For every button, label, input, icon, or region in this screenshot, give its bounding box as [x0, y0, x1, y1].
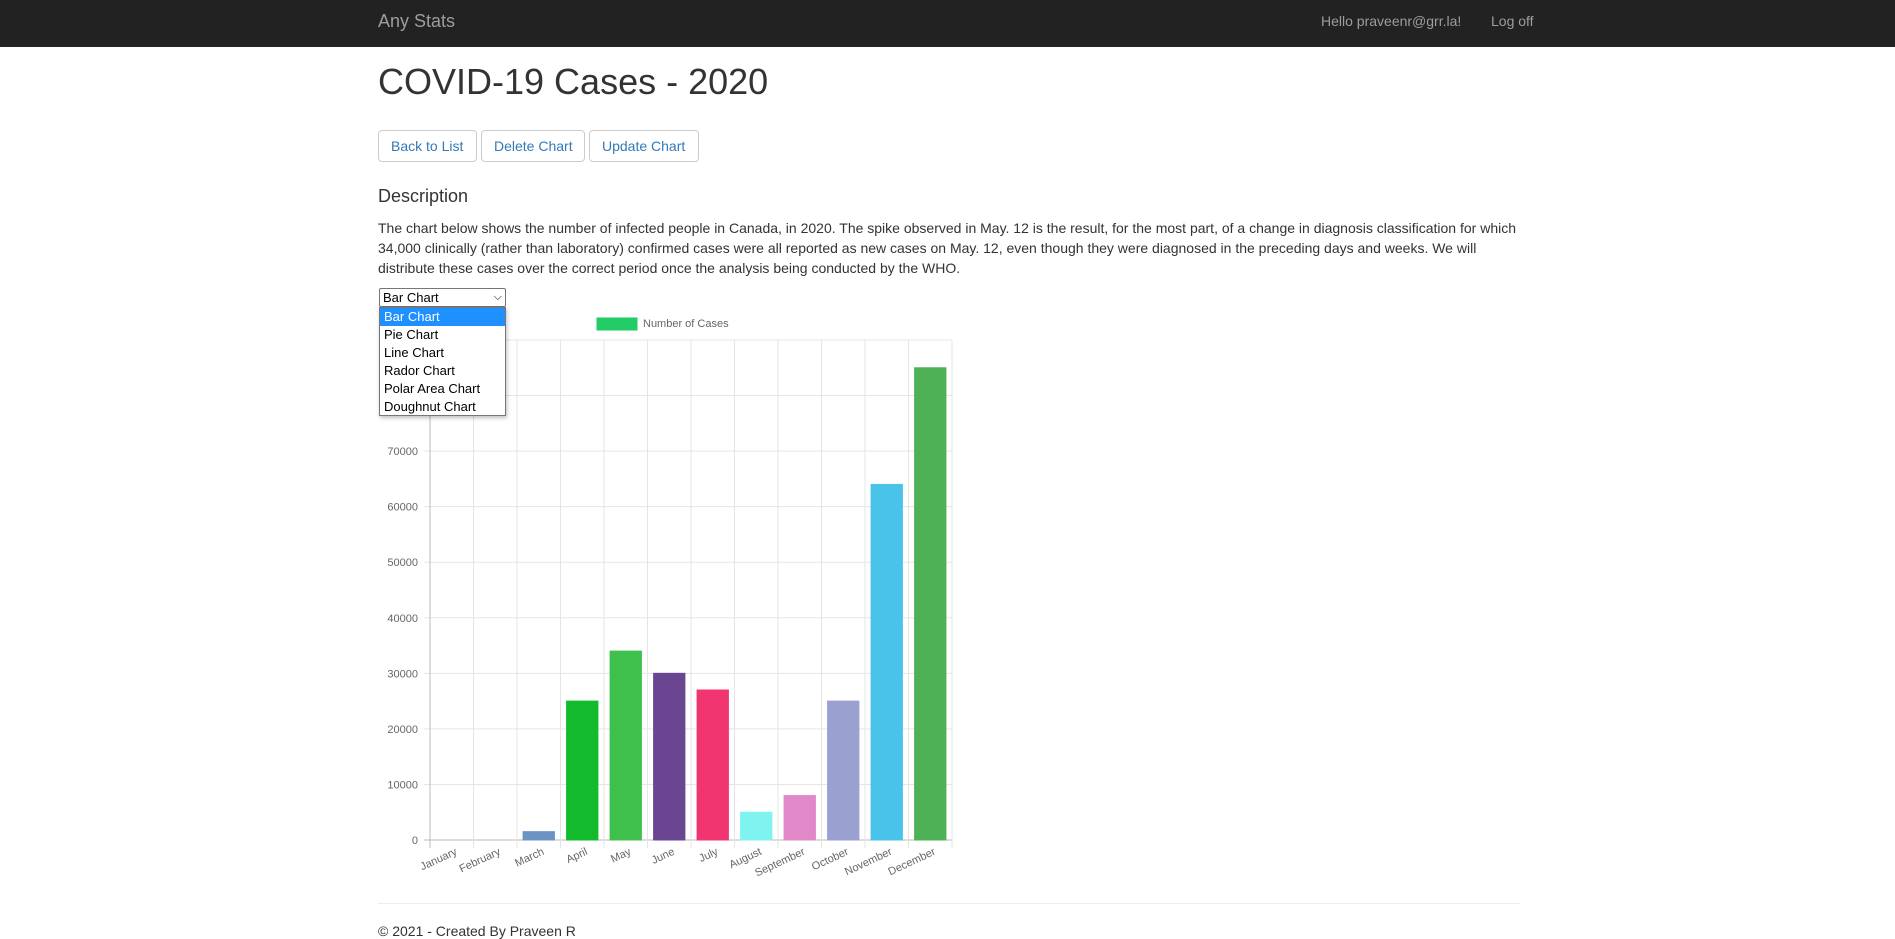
x-tick-label: February: [458, 846, 503, 876]
chart-type-option[interactable]: Bar Chart: [380, 308, 505, 326]
chart-type-option[interactable]: Rador Chart: [380, 362, 505, 380]
bar[interactable]: [653, 672, 686, 841]
x-tick-label: June: [650, 846, 677, 867]
y-tick-label: 50000: [387, 557, 418, 569]
bar[interactable]: [522, 831, 555, 841]
chart-type-option[interactable]: Polar Area Chart: [380, 380, 505, 398]
x-tick-label: April: [564, 846, 589, 866]
bar[interactable]: [914, 367, 947, 841]
bar[interactable]: [870, 483, 903, 841]
bar[interactable]: [696, 689, 729, 841]
x-tick-label: January: [418, 846, 459, 874]
x-tick-label: March: [513, 846, 546, 870]
bar[interactable]: [827, 700, 860, 841]
y-tick-label: 40000: [387, 613, 418, 625]
chart-type-option[interactable]: Pie Chart: [380, 326, 505, 344]
x-tick-label: July: [697, 846, 720, 865]
bar[interactable]: [566, 700, 599, 841]
y-tick-label: 30000: [387, 668, 418, 680]
chart-type-dropdown[interactable]: Bar Chart Pie Chart Line Chart Rador Chart P…: [379, 307, 506, 416]
x-tick-label: November: [843, 846, 894, 878]
y-tick-label: 70000: [387, 446, 418, 458]
y-tick-label: 20000: [387, 724, 418, 736]
legend-swatch: [596, 317, 638, 331]
y-tick-label: 0: [412, 835, 418, 847]
x-tick-label: September: [753, 846, 807, 880]
x-tick-label: May: [609, 846, 633, 866]
chart-type-option[interactable]: Doughnut Chart: [380, 398, 505, 416]
y-tick-label: 10000: [387, 779, 418, 791]
x-tick-label: December: [886, 846, 937, 878]
y-tick-label: 60000: [387, 502, 418, 514]
chart-type-option[interactable]: Line Chart: [380, 344, 505, 362]
bar[interactable]: [740, 811, 773, 841]
legend-label: Number of Cases: [643, 318, 729, 330]
bar[interactable]: [609, 650, 642, 841]
bar-chart: 0 10000 20000 30000 40000 50000 60000 70000 Janu…: [387, 317, 953, 880]
bar[interactable]: [783, 795, 816, 841]
